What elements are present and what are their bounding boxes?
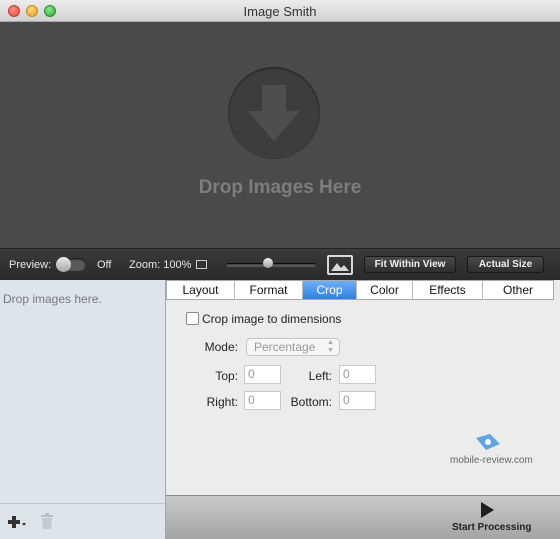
top-input[interactable]: 0 (244, 365, 281, 384)
window-title: Image Smith (243, 4, 317, 19)
mode-value: Percentage (254, 340, 316, 354)
preview-toolbar: Preview: Off Zoom: 100% Fit Within View … (0, 248, 560, 280)
tab-other[interactable]: Other (483, 281, 553, 299)
left-input[interactable]: 0 (339, 365, 376, 384)
crop-checkbox-row[interactable]: Crop image to dimensions (186, 312, 341, 326)
preview-toggle[interactable] (56, 257, 86, 272)
bottom-label: Bottom: (290, 395, 332, 409)
zoom-slider-knob[interactable] (263, 258, 273, 268)
select-arrows-icon: ▲ ▼ (327, 339, 334, 354)
drop-zone-label: Drop Images Here (198, 177, 362, 198)
tab-format[interactable]: Format (235, 281, 303, 299)
mode-label: Mode: (204, 340, 238, 354)
top-label: Top: (215, 369, 238, 383)
preview-state-label: Off (97, 259, 112, 271)
zoom-out-image-icon[interactable] (196, 260, 207, 269)
image-list[interactable]: Drop images here. (0, 280, 166, 539)
right-input[interactable]: 0 (244, 391, 281, 410)
play-icon[interactable] (479, 501, 495, 522)
tab-color[interactable]: Color (357, 281, 413, 299)
crop-checkbox-label: Crop image to dimensions (202, 312, 342, 326)
list-footer (0, 503, 165, 539)
actual-size-button[interactable]: Actual Size (467, 256, 544, 273)
watermark-logo (450, 432, 530, 457)
bottom-input[interactable]: 0 (339, 391, 376, 410)
processing-bar: Start Processing (166, 495, 560, 539)
left-label: Left: (308, 369, 332, 383)
tab-crop[interactable]: Crop (303, 281, 357, 299)
mode-select[interactable]: Percentage ▲ ▼ (246, 338, 340, 356)
tab-effects[interactable]: Effects (413, 281, 483, 299)
add-icon[interactable] (7, 514, 27, 530)
settings-tabs: Layout Format Crop Color Effects Other (166, 280, 554, 300)
app-window: Image Smith Drop Images Here Preview: Of… (0, 0, 560, 539)
right-label: Right: (206, 395, 238, 409)
crop-checkbox[interactable] (186, 312, 199, 325)
zoom-in-image-icon[interactable] (327, 255, 353, 275)
watermark-text: mobile-review.com (450, 455, 533, 466)
fit-within-view-button[interactable]: Fit Within View (364, 256, 456, 273)
trash-icon[interactable] (40, 513, 54, 529)
zoom-label: Zoom: 100% (129, 259, 192, 271)
image-drop-zone[interactable]: Drop Images Here (0, 22, 560, 248)
title-bar: Image Smith (0, 0, 560, 22)
preview-label: Preview: (9, 259, 52, 271)
arrow-down-icon (228, 67, 320, 159)
list-placeholder: Drop images here. (3, 292, 102, 306)
tab-layout[interactable]: Layout (167, 281, 235, 299)
start-processing-button[interactable]: Start Processing (452, 522, 531, 533)
